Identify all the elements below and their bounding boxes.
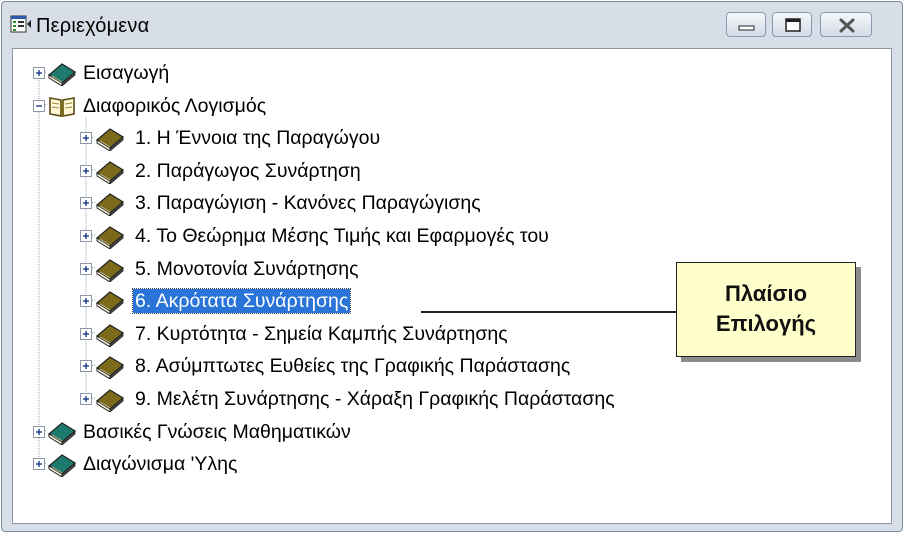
app-menu-icon[interactable]	[10, 14, 32, 36]
expand-toggle-icon[interactable]	[33, 66, 45, 79]
tree-item[interactable]: Διαφορικός Λογισμός	[13, 90, 883, 122]
expand-toggle-icon[interactable]	[80, 164, 92, 177]
maximize-icon	[785, 18, 801, 32]
tree-item-label[interactable]: 2. Παράγωγος Συνάρτηση	[133, 159, 363, 183]
callout-pointer-line	[421, 311, 677, 313]
book-closed-icon	[47, 451, 77, 479]
expand-toggle-icon[interactable]	[80, 392, 92, 405]
book-closed-icon	[95, 223, 125, 250]
tree-item-label[interactable]: 9. Μελέτη Συνάρτησης - Χάραξη Γραφικής Π…	[133, 387, 617, 411]
tree-item[interactable]: 9. Μελέτη Συνάρτησης - Χάραξη Γραφικής Π…	[13, 383, 883, 415]
minimize-icon	[738, 25, 755, 31]
title-bar[interactable]: Περιεχόμενα	[2, 2, 902, 48]
tree-item-label[interactable]: Εισαγωγή	[81, 61, 171, 85]
expand-toggle-icon[interactable]	[80, 196, 92, 210]
expand-toggle-icon[interactable]	[80, 327, 92, 340]
tree-item[interactable]: 1. Η Έννοια της Παραγώγου	[13, 122, 883, 154]
tree-item[interactable]: 4. Το Θεώρημα Μέσης Τιμής και Εφαρμογές …	[13, 220, 883, 252]
tree-item-label[interactable]: 3. Παραγώγιση - Κανόνες Παραγώγισης	[133, 191, 483, 215]
tree-item-label[interactable]: Διαφορικός Λογισμός	[81, 94, 268, 118]
tree-item-label[interactable]: 1. Η Έννοια της Παραγώγου	[133, 126, 382, 150]
tree-item[interactable]: 2. Παράγωγος Συνάρτηση	[13, 155, 883, 187]
book-closed-icon	[95, 288, 125, 316]
expand-toggle-icon[interactable]	[33, 457, 45, 471]
book-open-icon	[47, 93, 77, 119]
expand-toggle-icon[interactable]	[80, 262, 92, 275]
expand-toggle-icon[interactable]	[80, 131, 92, 145]
tree-item[interactable]: Βασικές Γνώσεις Μαθηματικών	[13, 416, 883, 448]
window-title: Περιεχόμενα	[36, 15, 150, 37]
book-closed-icon	[95, 256, 125, 283]
tree-item[interactable]: 3. Παραγώγιση - Κανόνες Παραγώγισης	[13, 187, 883, 219]
tree-item-label[interactable]: Βασικές Γνώσεις Μαθηματικών	[81, 420, 353, 444]
book-closed-icon	[95, 386, 125, 413]
tree-item-label[interactable]: 6. Ακρότατα Συνάρτησης	[131, 288, 352, 315]
book-closed-icon	[95, 321, 125, 348]
tree-item-label[interactable]: 4. Το Θεώρημα Μέσης Τιμής και Εφαρμογές …	[133, 224, 551, 248]
tree-item-label[interactable]: 8. Ασύμπτωτες Ευθείες της Γραφικής Παράσ…	[133, 354, 572, 378]
expand-toggle-icon[interactable]	[80, 294, 92, 308]
book-closed-icon	[95, 353, 125, 381]
callout-line-2: Επιλογής	[715, 311, 817, 336]
collapse-toggle-icon[interactable]	[33, 99, 45, 112]
minimize-button[interactable]	[726, 12, 766, 37]
close-button[interactable]	[820, 12, 872, 37]
expand-toggle-icon[interactable]	[80, 229, 92, 242]
tree-item-label[interactable]: 7. Κυρτότητα - Σημεία Καμπής Συνάρτησης	[133, 322, 510, 346]
book-closed-icon	[95, 158, 125, 185]
tree-item[interactable]: Διαγώνισμα 'Υλης	[13, 448, 883, 480]
book-closed-icon	[95, 125, 125, 153]
expand-toggle-icon[interactable]	[33, 425, 45, 438]
close-icon	[839, 18, 855, 33]
selection-callout: Πλαίσιο Επιλογής	[676, 262, 856, 357]
tree-item-label[interactable]: 5. Μονοτονία Συνάρτησης	[133, 257, 361, 281]
book-closed-icon	[47, 419, 77, 446]
maximize-button[interactable]	[772, 12, 812, 37]
book-closed-icon	[95, 190, 125, 218]
tree-item[interactable]: Εισαγωγή	[13, 57, 883, 89]
expand-toggle-icon[interactable]	[80, 359, 92, 373]
callout-line-1: Πλαίσιο	[724, 281, 808, 306]
book-closed-icon	[47, 60, 77, 87]
tree-item-label[interactable]: Διαγώνισμα 'Υλης	[81, 452, 239, 476]
